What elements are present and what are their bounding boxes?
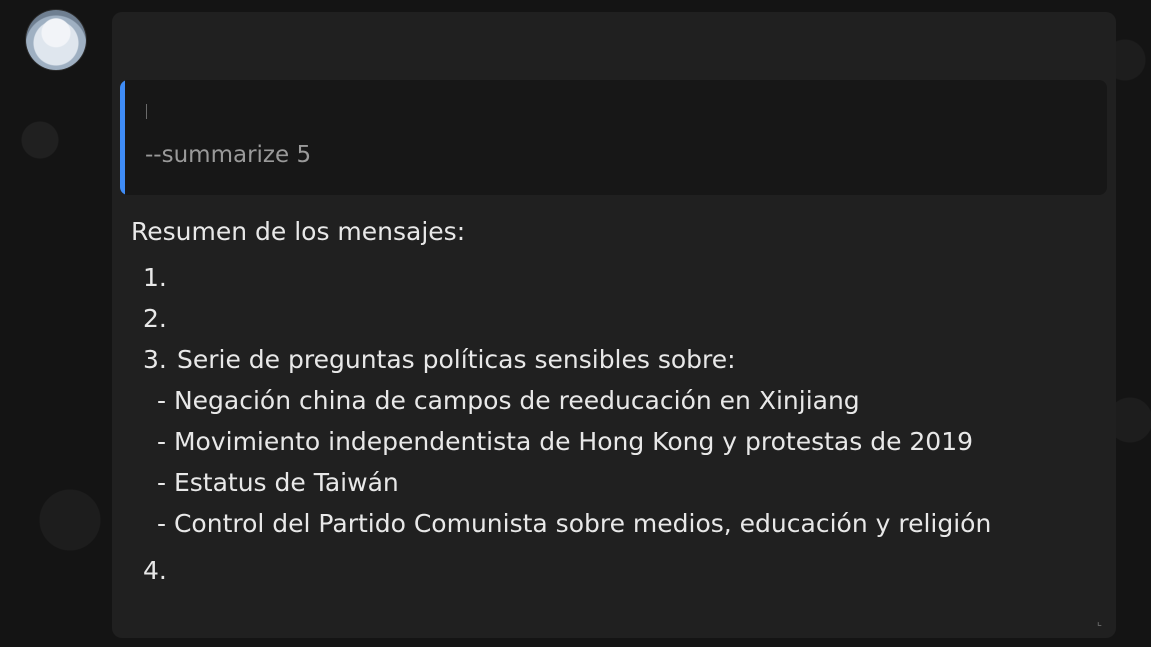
message-body: Resumen de los mensajes: 1. 2. 3. Serie … [131, 215, 1096, 591]
user-avatar[interactable] [26, 10, 86, 70]
list-item: 3. Serie de preguntas políticas sensible… [143, 339, 1096, 380]
message-bubble[interactable]: --summarize 5 Resumen de los mensajes: 1… [112, 12, 1116, 638]
list-number: 3. [143, 345, 167, 374]
list-item: 2. [143, 298, 1096, 339]
list-item: 1. [143, 257, 1096, 298]
text-cursor [146, 104, 147, 119]
quoted-command: --summarize 5 [145, 142, 312, 168]
summary-list-continued: 4. [143, 550, 1096, 591]
quoted-message[interactable]: --summarize 5 [120, 80, 1107, 195]
list-text: Serie de preguntas políticas sensibles s… [177, 345, 736, 374]
quote-accent-bar [120, 80, 125, 195]
sub-list: - Negación china de campos de reeducació… [157, 380, 1096, 544]
sub-list-item: - Movimiento independentista de Hong Kon… [157, 427, 974, 456]
summary-heading: Resumen de los mensajes: [131, 217, 466, 246]
sub-list-item: - Control del Partido Comunista sobre me… [157, 509, 992, 538]
resize-corner-icon: ⌞ [1096, 615, 1102, 628]
sub-list-item: - Estatus de Taiwán [157, 468, 399, 497]
list-number: 4. [143, 556, 167, 585]
summary-list: 1. 2. 3. Serie de preguntas políticas se… [143, 257, 1096, 380]
list-number: 1. [143, 263, 167, 292]
sub-list-item: - Negación china de campos de reeducació… [157, 386, 860, 415]
list-number: 2. [143, 304, 167, 333]
list-item: 4. [143, 550, 1096, 591]
